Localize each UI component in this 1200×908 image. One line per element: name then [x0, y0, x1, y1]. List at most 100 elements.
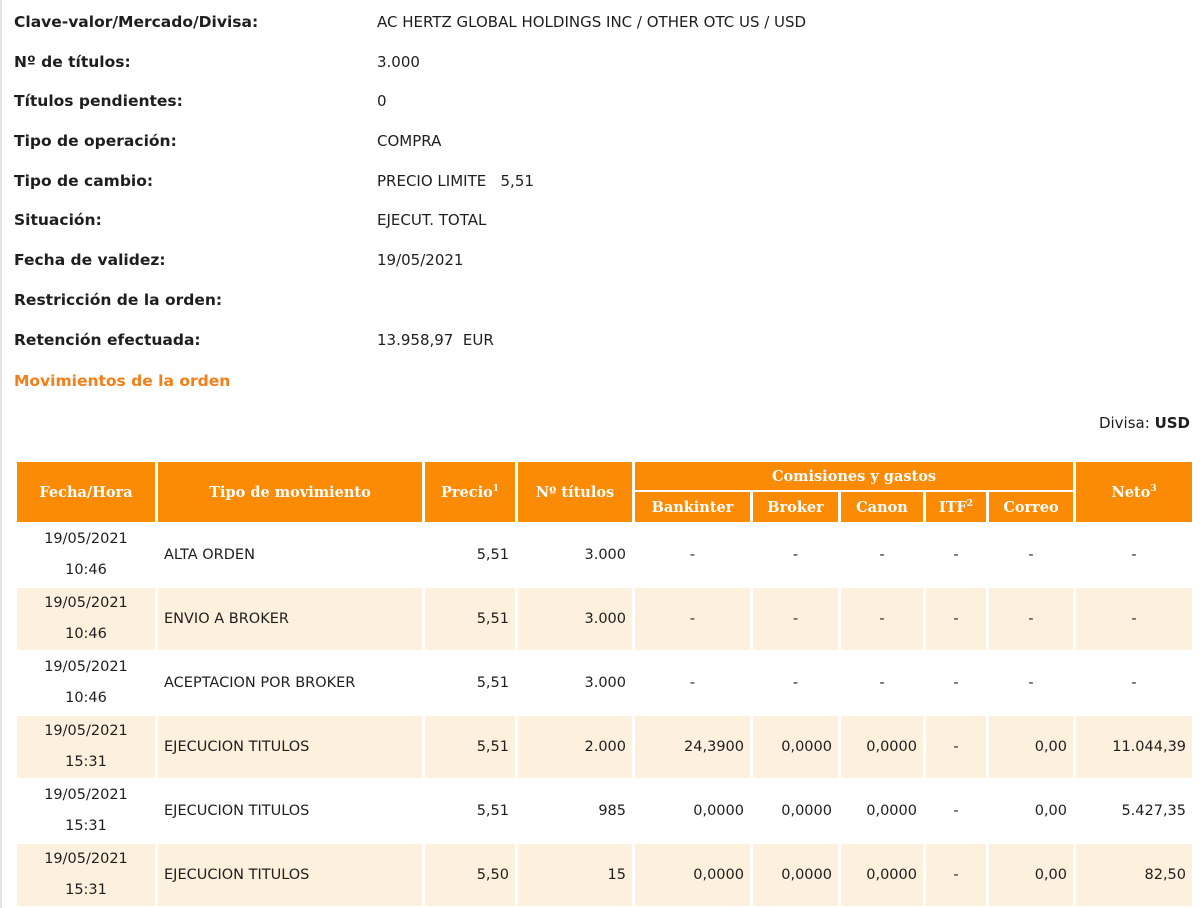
cell-fecha-hora: 19/05/2021 10:46	[44, 531, 128, 578]
cell-broker: -	[792, 547, 799, 563]
detail-value: PRECIO LIMITE 5,51	[377, 171, 534, 190]
detail-label: Clave-valor/Mercado/Divisa:	[14, 13, 259, 31]
cell-canon: 0,0000	[866, 803, 917, 819]
cell-correo: -	[1028, 675, 1034, 691]
detail-value: 0	[377, 92, 387, 111]
cell-bankinter: 24,3900	[635, 716, 750, 778]
cell-fecha-hora: 19/05/2021 15:31	[44, 787, 128, 834]
cell-tipo: ALTA ORDEN	[164, 547, 255, 563]
header-broker: Broker	[753, 492, 838, 522]
header-correo: Correo	[989, 492, 1074, 522]
detail-label: Títulos pendientes:	[14, 92, 183, 111]
cell-titulos: 3.000	[584, 675, 626, 691]
detail-value: 3.000	[377, 52, 420, 71]
detail-row-num-titulos: Nº de títulos: 3.000	[14, 40, 1194, 80]
table-row: 19/05/2021 15:31 EJECUCION TITULOS 5,50 1…	[17, 844, 1193, 906]
cell-broker: 0,0000	[781, 803, 832, 819]
detail-row-restriccion: Restricción de la orden:	[14, 278, 1194, 318]
detail-label: Tipo de operación:	[14, 132, 177, 151]
cell-bankinter: 0,0000	[693, 803, 744, 819]
cell-fecha-hora: 19/05/2021 15:31	[17, 844, 155, 906]
cell-precio: 5,51	[425, 716, 515, 778]
cell-broker: -	[753, 588, 838, 650]
cell-precio: 5,51	[425, 588, 515, 650]
cell-bankinter: -	[689, 675, 696, 691]
cell-correo: 0,00	[989, 716, 1074, 778]
cell-broker: -	[792, 675, 799, 691]
cell-fecha-hora: 19/05/2021 10:46	[17, 588, 155, 650]
cell-broker: 0,0000	[753, 716, 838, 778]
movements-table: Fecha/Hora Tipo de movimiento Precio1 Nº…	[14, 460, 1195, 908]
cell-itf: -	[953, 675, 959, 691]
table-row: 19/05/2021 10:46 ACEPTACION POR BROKER 5,…	[17, 652, 1192, 714]
currency-label: Divisa:	[1098, 414, 1150, 432]
detail-label: Nº de títulos:	[14, 52, 131, 71]
header-num-titulos: Nº títulos	[518, 462, 632, 522]
cell-neto: 11.044,39	[1076, 716, 1193, 778]
cell-precio: 5,51	[476, 803, 509, 819]
cell-broker: 0,0000	[753, 844, 838, 906]
cell-neto: -	[1131, 675, 1137, 691]
cell-titulos: 985	[598, 803, 626, 819]
detail-row-tipo-operacion: Tipo de operación: COMPRA	[14, 119, 1194, 159]
currency-value: USD	[1154, 414, 1190, 432]
cell-neto: 5.427,35	[1121, 803, 1187, 819]
table-row: 19/05/2021 10:46 ALTA ORDEN 5,51 3.000 - …	[17, 524, 1192, 586]
detail-value: EJECUT. TOTAL	[377, 211, 487, 230]
cell-bankinter: -	[689, 547, 696, 563]
header-precio: Precio1	[425, 462, 515, 522]
detail-row-situacion: Situación: EJECUT. TOTAL	[14, 198, 1194, 238]
detail-value: 19/05/2021	[377, 251, 464, 270]
cell-precio: 5,50	[425, 844, 515, 906]
detail-row-titulos-pendientes: Títulos pendientes: 0	[14, 79, 1194, 119]
header-itf: ITF2	[926, 492, 986, 522]
table-row: 19/05/2021 10:46 ENVIO A BROKER 5,51 3.00…	[17, 588, 1193, 650]
left-border	[0, 0, 2, 908]
cell-canon: 0,0000	[841, 716, 923, 778]
cell-itf: -	[953, 803, 959, 819]
cell-bankinter: -	[635, 588, 750, 650]
header-neto: Neto3	[1076, 462, 1193, 522]
cell-tipo: EJECUCION TITULOS	[158, 716, 422, 778]
cell-itf: -	[926, 588, 986, 650]
detail-value: AC HERTZ GLOBAL HOLDINGS INC / OTHER OTC…	[377, 13, 807, 31]
detail-label: Retención efectuada:	[14, 330, 201, 349]
cell-tipo: ACEPTACION POR BROKER	[164, 675, 356, 691]
table-row: 19/05/2021 15:31 EJECUCION TITULOS 5,51 2…	[17, 716, 1193, 778]
cell-itf: -	[953, 547, 959, 563]
cell-correo: 0,00	[989, 844, 1074, 906]
header-bankinter: Bankinter	[635, 492, 750, 522]
header-fecha-hora: Fecha/Hora	[17, 462, 155, 522]
detail-value: 13.958,97 EUR	[377, 330, 494, 349]
currency-indicator: Divisa: USD	[1099, 414, 1190, 432]
cell-canon: 0,0000	[841, 844, 923, 906]
detail-label: Tipo de cambio:	[14, 171, 154, 190]
detail-row-tipo-cambio: Tipo de cambio: PRECIO LIMITE 5,51	[14, 159, 1194, 199]
cell-precio: 5,51	[476, 547, 509, 563]
detail-row-fecha-validez: Fecha de validez: 19/05/2021	[14, 238, 1194, 278]
detail-row-retencion: Retención efectuada: 13.958,97 EUR	[14, 318, 1194, 358]
cell-neto: -	[1131, 547, 1137, 563]
cell-tipo: ENVIO A BROKER	[158, 588, 422, 650]
cell-titulos: 2.000	[518, 716, 632, 778]
cell-neto: 82,50	[1076, 844, 1193, 906]
detail-label: Fecha de validez:	[14, 251, 166, 270]
cell-titulos: 15	[518, 844, 632, 906]
cell-titulos: 3.000	[518, 588, 632, 650]
cell-correo: 0,00	[1034, 803, 1068, 819]
cell-tipo: EJECUCION TITULOS	[164, 803, 310, 819]
header-tipo-movimiento: Tipo de movimiento	[158, 462, 422, 522]
detail-label: Restricción de la orden:	[14, 290, 223, 309]
cell-tipo: EJECUCION TITULOS	[158, 844, 422, 906]
table-row: 19/05/2021 15:31 EJECUCION TITULOS 5,51 9…	[17, 780, 1192, 842]
cell-canon: -	[841, 588, 923, 650]
cell-itf: -	[926, 844, 986, 906]
cell-bankinter: 0,0000	[635, 844, 750, 906]
detail-label: Situación:	[14, 211, 102, 230]
cell-fecha-hora: 19/05/2021 15:31	[17, 716, 155, 778]
cell-itf: -	[926, 716, 986, 778]
detail-value: COMPRA	[377, 132, 442, 151]
cell-correo: -	[989, 588, 1074, 650]
cell-canon: -	[879, 547, 885, 563]
cell-titulos: 3.000	[584, 547, 626, 563]
